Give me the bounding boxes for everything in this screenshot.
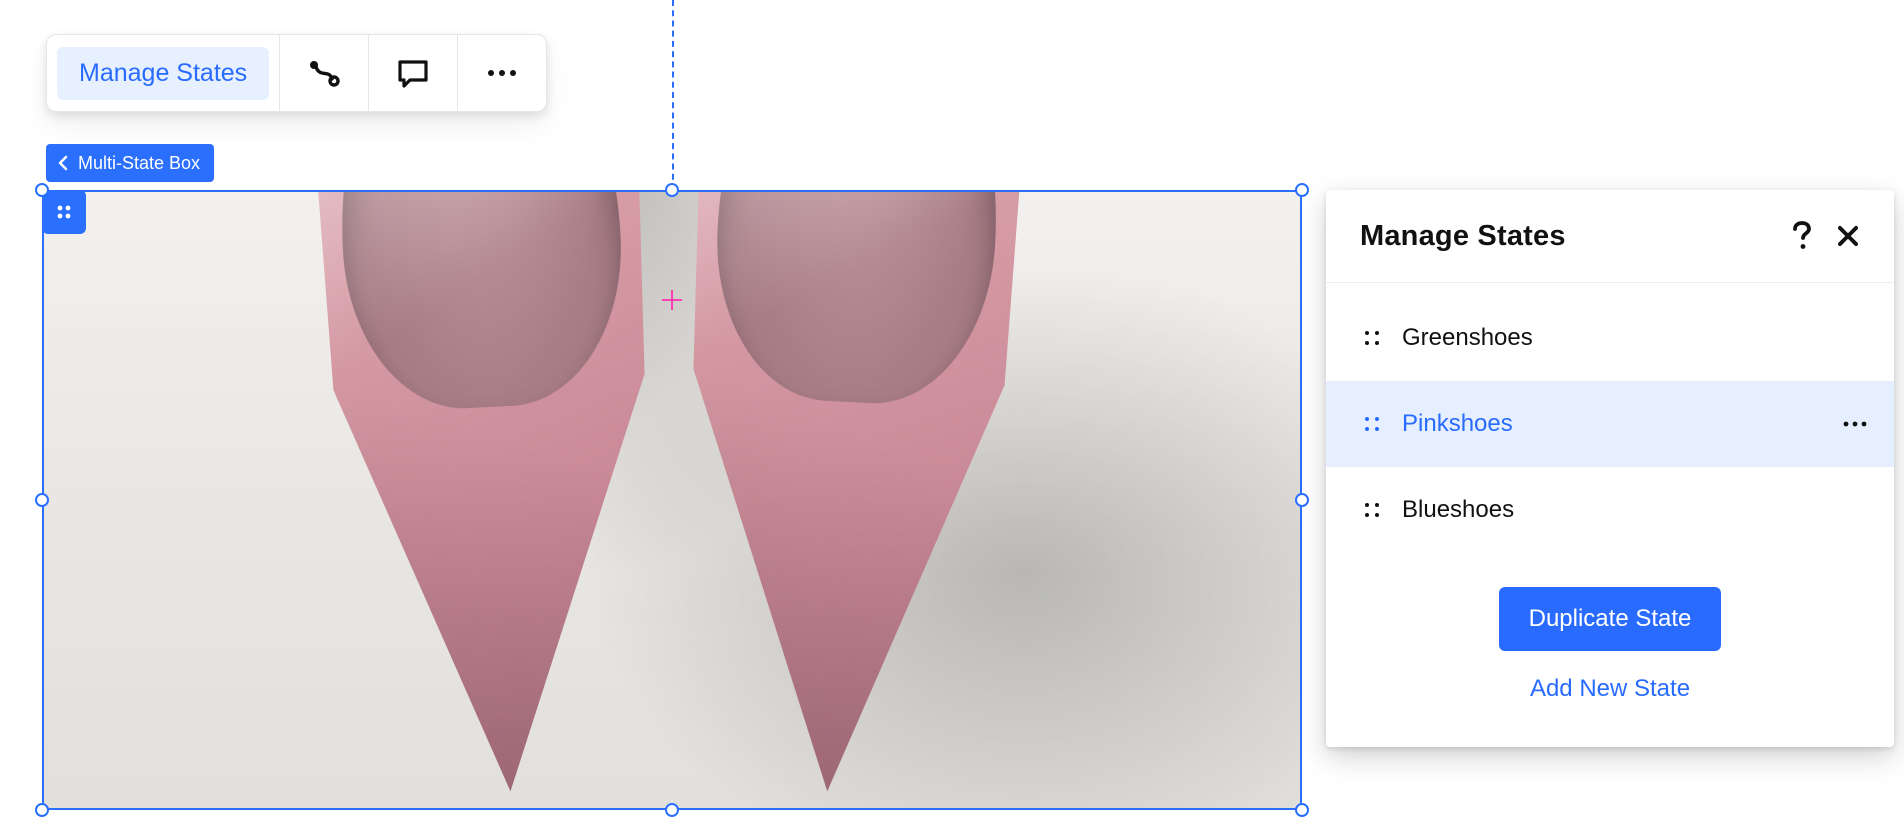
more-horizontal-icon <box>485 68 519 78</box>
path-icon <box>307 58 341 88</box>
resize-handle-w[interactable] <box>35 493 49 507</box>
drag-grip-icon <box>1363 415 1381 433</box>
breadcrumb-label: Multi-State Box <box>78 154 200 172</box>
more-horizontal-icon <box>1842 420 1868 428</box>
help-button[interactable] <box>1784 218 1820 254</box>
resize-handle-n[interactable] <box>665 183 679 197</box>
resize-handle-sw[interactable] <box>35 803 49 817</box>
resize-handle-ne[interactable] <box>1295 183 1309 197</box>
state-label: Greenshoes <box>1402 324 1820 352</box>
image-placeholder <box>44 192 1300 808</box>
resize-handle-se[interactable] <box>1295 803 1309 817</box>
add-new-state-link[interactable]: Add New State <box>1530 675 1690 703</box>
state-row[interactable]: Pinkshoes <box>1326 381 1894 467</box>
drag-handle[interactable] <box>1360 412 1384 436</box>
selected-element[interactable] <box>42 190 1302 810</box>
alignment-guide-vertical <box>672 0 674 190</box>
state-more-button[interactable] <box>1838 420 1868 428</box>
resize-handle-e[interactable] <box>1295 493 1309 507</box>
animation-button[interactable] <box>280 35 369 111</box>
state-label: Pinkshoes <box>1402 410 1820 438</box>
drag-grip-icon <box>1363 329 1381 347</box>
manage-states-button[interactable]: Manage States <box>57 47 269 100</box>
state-row[interactable]: Greenshoes <box>1326 295 1894 381</box>
comment-button[interactable] <box>369 35 458 111</box>
manage-states-panel: Manage States Greenshoes Pinkshoes <box>1326 190 1894 747</box>
state-row[interactable]: Blueshoes <box>1326 467 1894 553</box>
close-icon <box>1836 224 1860 248</box>
state-list: Greenshoes Pinkshoes Blueshoes <box>1326 283 1894 553</box>
panel-actions: Duplicate State Add New State <box>1326 553 1894 747</box>
state-label: Blueshoes <box>1402 496 1820 524</box>
close-button[interactable] <box>1830 218 1866 254</box>
move-handle[interactable] <box>42 190 86 234</box>
drag-grip-icon <box>55 203 73 221</box>
resize-handle-s[interactable] <box>665 803 679 817</box>
chevron-left-icon <box>56 155 70 171</box>
drag-handle[interactable] <box>1360 498 1384 522</box>
panel-title: Manage States <box>1360 220 1774 253</box>
help-icon <box>1791 221 1813 251</box>
toolbar-main: Manage States <box>47 35 280 111</box>
element-toolbar: Manage States <box>46 34 547 112</box>
comment-icon <box>396 58 430 88</box>
duplicate-state-button[interactable]: Duplicate State <box>1499 587 1722 651</box>
drag-handle[interactable] <box>1360 326 1384 350</box>
breadcrumb[interactable]: Multi-State Box <box>46 144 214 182</box>
panel-header: Manage States <box>1326 190 1894 283</box>
drag-grip-icon <box>1363 501 1381 519</box>
more-button[interactable] <box>458 35 546 111</box>
resize-handle-nw[interactable] <box>35 183 49 197</box>
